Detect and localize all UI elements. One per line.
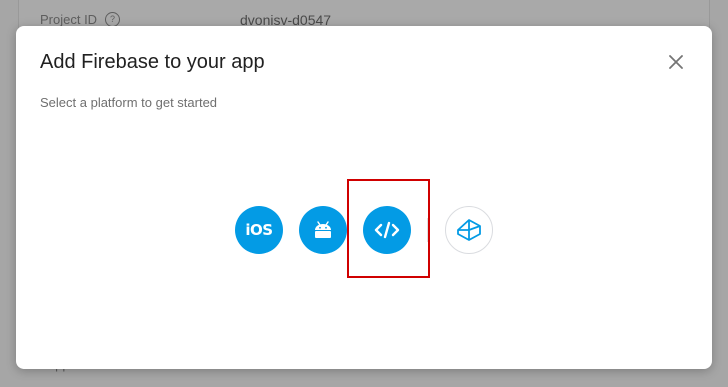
platform-divider (427, 218, 429, 242)
dialog-subtitle: Select a platform to get started (40, 95, 218, 110)
project-id-label: Project ID (40, 12, 98, 27)
help-icon[interactable]: ? (105, 12, 120, 27)
close-icon (669, 55, 683, 69)
code-icon (374, 221, 400, 239)
dialog-title: Add Firebase to your app (40, 51, 265, 73)
web-platform-button[interactable] (363, 206, 411, 254)
close-button[interactable] (662, 48, 690, 76)
android-platform-button[interactable] (299, 206, 347, 254)
ios-platform-button[interactable]: iOS (235, 206, 283, 254)
add-firebase-dialog: Add Firebase to your app Select a platfo… (16, 26, 712, 369)
ios-icon: iOS (245, 221, 273, 239)
unity-platform-button[interactable] (445, 206, 493, 254)
unity-icon (457, 219, 481, 241)
android-icon (315, 221, 331, 238)
